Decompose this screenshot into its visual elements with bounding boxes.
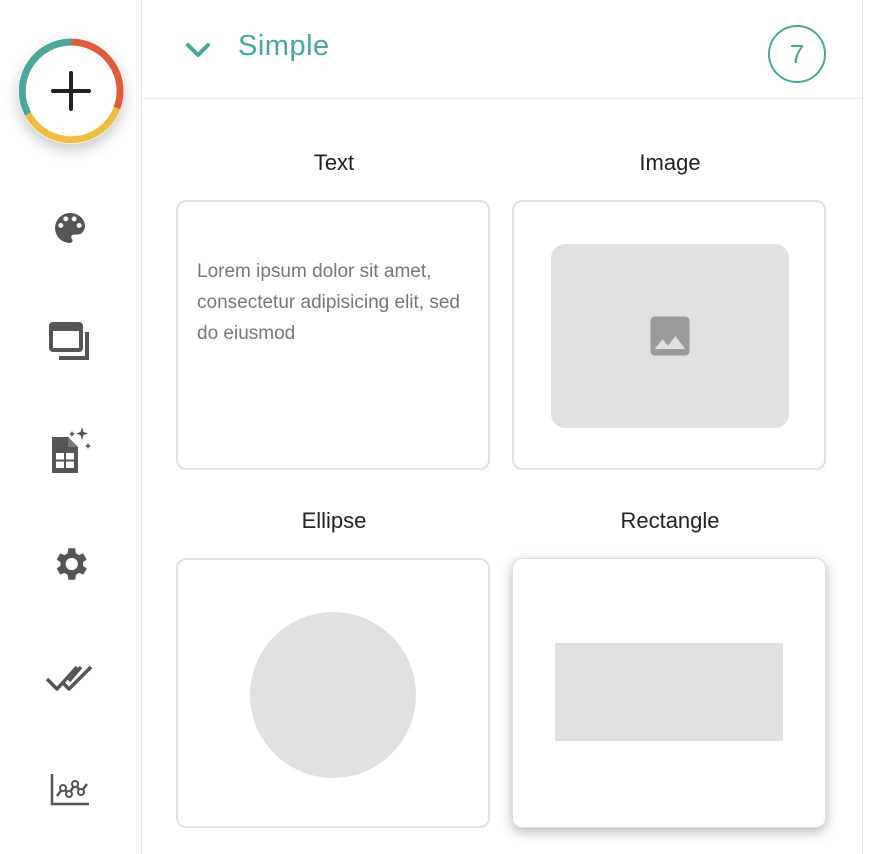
- settings-icon[interactable]: [45, 539, 95, 589]
- image-label: Image: [639, 150, 701, 175]
- chart-icon[interactable]: [45, 764, 95, 814]
- section-header[interactable]: Simple 7: [142, 0, 862, 99]
- rectangle-shape: [555, 643, 783, 741]
- left-rail: [0, 0, 142, 854]
- ai-sheet-icon[interactable]: [45, 426, 95, 476]
- ellipse-shape: [250, 612, 416, 778]
- rectangle-label: Rectangle: [620, 508, 720, 533]
- palette-icon[interactable]: [45, 203, 95, 253]
- add-button[interactable]: [18, 38, 124, 144]
- ellipse-label: Ellipse: [301, 508, 367, 533]
- section-title: Simple: [238, 30, 330, 62]
- layers-icon[interactable]: [45, 316, 95, 366]
- image-card[interactable]: [512, 200, 826, 470]
- elements-panel: Simple 7 Text Lorem ipsum dolor sit amet…: [142, 0, 862, 854]
- chevron-down-icon[interactable]: [184, 36, 212, 64]
- right-edge: [862, 0, 884, 854]
- text-card[interactable]: Lorem ipsum dolor sit amet, consectetur …: [176, 200, 490, 470]
- text-label: Text: [313, 150, 355, 175]
- text-sample: Lorem ipsum dolor sit amet, consectetur …: [197, 261, 460, 344]
- rectangle-card[interactable]: [512, 558, 826, 828]
- image-icon: [650, 316, 690, 356]
- image-placeholder: [551, 244, 789, 428]
- count-badge: 7: [768, 25, 826, 83]
- add-icon: [18, 38, 124, 144]
- ellipse-card[interactable]: [176, 558, 490, 828]
- done-all-icon[interactable]: [45, 652, 95, 702]
